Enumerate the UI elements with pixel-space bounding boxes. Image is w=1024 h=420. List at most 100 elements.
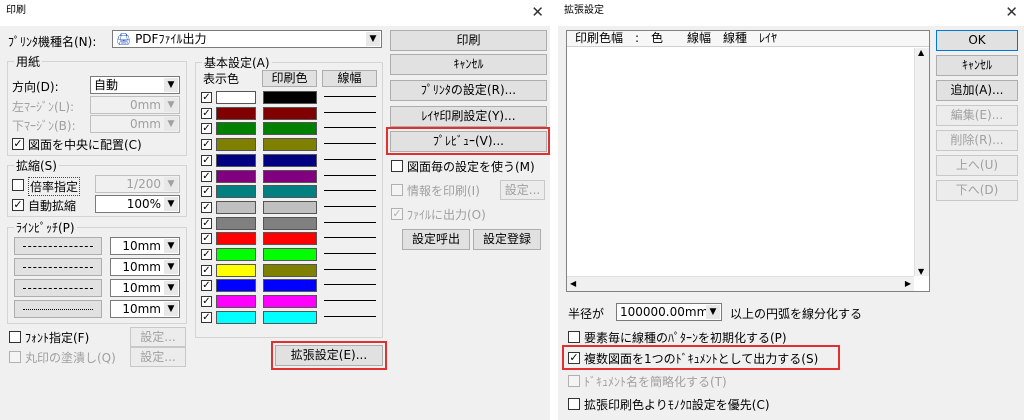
bottom-margin-select[interactable]: 0mm ▼ [90, 115, 180, 133]
display-color-swatch[interactable] [216, 138, 256, 151]
line-width-sample[interactable] [324, 264, 376, 274]
line-dash-4-button[interactable] [14, 300, 102, 318]
printer-select[interactable]: 🖨 PDFﾌｧｲﾙ出力 ▼ [112, 30, 382, 48]
per-drawing-checkbox[interactable] [391, 160, 403, 172]
edit-button[interactable]: 編集(E)... [936, 105, 1018, 126]
color-row-checkbox[interactable]: ✓ [201, 155, 212, 166]
line-width-sample[interactable] [324, 248, 376, 258]
printer-settings-button[interactable]: ﾌﾟﾘﾝﾀの設定(R)... [390, 80, 547, 101]
print-button[interactable]: 印刷 [390, 30, 547, 51]
print-color-list[interactable]: 印刷色幅 : 色 線幅 線種 ﾚｲﾔ ▲ ▼ ◀ ▶ [566, 30, 930, 292]
display-color-swatch[interactable] [216, 154, 256, 167]
chevron-down-icon[interactable]: ▼ [164, 239, 178, 253]
line-width-sample[interactable] [324, 170, 376, 180]
color-row-checkbox[interactable]: ✓ [201, 296, 212, 307]
print-color-swatch[interactable] [263, 248, 317, 261]
info-settings-button[interactable]: 設定... [500, 180, 545, 200]
reset-pattern-checkbox[interactable] [568, 331, 580, 343]
display-color-swatch[interactable] [216, 232, 256, 245]
font-checkbox[interactable] [9, 331, 21, 343]
fill-settings-button[interactable]: 設定... [130, 347, 186, 367]
layer-print-settings-button[interactable]: ﾚｲﾔ印刷設定(Y)... [390, 106, 547, 127]
color-row-checkbox[interactable]: ✓ [201, 123, 212, 134]
chevron-down-icon[interactable]: ▼ [164, 78, 178, 92]
ratio-select[interactable]: 1/200 ▼ [95, 175, 180, 193]
chevron-down-icon[interactable]: ▼ [366, 32, 380, 46]
display-color-swatch[interactable] [216, 217, 256, 230]
display-color-swatch[interactable] [216, 107, 256, 120]
line-width-sample[interactable] [324, 122, 376, 132]
delete-button[interactable]: 削除(R)... [936, 130, 1018, 151]
print-color-swatch[interactable] [263, 91, 317, 104]
display-color-swatch[interactable] [216, 311, 256, 324]
color-row-checkbox[interactable]: ✓ [201, 202, 212, 213]
scroll-left-icon[interactable]: ◀ [570, 279, 576, 288]
pitch-select-3[interactable]: 10mm ▼ [110, 279, 180, 297]
auto-scale-select[interactable]: 100% ▼ [95, 195, 180, 213]
pitch-select-2[interactable]: 10mm ▼ [110, 258, 180, 276]
col-width-header-button[interactable]: 線幅 [322, 70, 377, 87]
ratio-checkbox[interactable] [12, 179, 24, 191]
color-row-checkbox[interactable]: ✓ [201, 92, 212, 103]
ext-cancel-button[interactable]: ｷｬﾝｾﾙ [936, 55, 1018, 76]
print-info-checkbox[interactable] [391, 184, 403, 196]
print-color-swatch[interactable] [263, 107, 317, 120]
radius-select[interactable]: 100000.00mm ▼ [616, 303, 722, 321]
direction-select[interactable]: 自動 ▼ [90, 76, 180, 94]
print-color-swatch[interactable] [263, 232, 317, 245]
auto-scale-checkbox[interactable]: ✓ [12, 199, 24, 211]
print-color-swatch[interactable] [263, 138, 317, 151]
display-color-swatch[interactable] [216, 91, 256, 104]
close-icon[interactable]: ✕ [531, 0, 544, 24]
pitch-select-4[interactable]: 10mm ▼ [110, 300, 180, 318]
save-settings-button[interactable]: 設定登録 [473, 229, 541, 250]
line-width-sample[interactable] [324, 232, 376, 242]
print-color-swatch[interactable] [263, 170, 317, 183]
scroll-up-icon[interactable]: ▲ [918, 48, 924, 57]
chevron-down-icon[interactable]: ▼ [164, 302, 178, 316]
chevron-down-icon[interactable]: ▼ [706, 305, 720, 319]
print-color-swatch[interactable] [263, 154, 317, 167]
color-row-checkbox[interactable]: ✓ [201, 108, 212, 119]
up-button[interactable]: 上へ(U) [936, 155, 1018, 176]
line-width-sample[interactable] [324, 138, 376, 148]
list-vertical-scrollbar[interactable]: ▲ ▼ [914, 48, 929, 276]
chevron-down-icon[interactable]: ▼ [164, 260, 178, 274]
color-row-checkbox[interactable]: ✓ [201, 218, 212, 229]
simplify-checkbox[interactable] [568, 375, 580, 387]
line-width-sample[interactable] [324, 107, 376, 117]
line-width-sample[interactable] [324, 311, 376, 321]
print-color-swatch[interactable] [263, 185, 317, 198]
print-color-swatch[interactable] [263, 201, 317, 214]
display-color-swatch[interactable] [216, 201, 256, 214]
down-button[interactable]: 下へ(D) [936, 180, 1018, 201]
color-row-checkbox[interactable]: ✓ [201, 171, 212, 182]
print-color-swatch[interactable] [263, 311, 317, 324]
display-color-swatch[interactable] [216, 170, 256, 183]
color-row-checkbox[interactable]: ✓ [201, 139, 212, 150]
pitch-select-1[interactable]: 10mm ▼ [110, 237, 180, 255]
center-checkbox[interactable]: ✓ [12, 138, 24, 150]
color-row-checkbox[interactable]: ✓ [201, 265, 212, 276]
chevron-down-icon[interactable]: ▼ [164, 197, 178, 211]
color-row-checkbox[interactable]: ✓ [201, 280, 212, 291]
font-settings-button[interactable]: 設定... [130, 327, 186, 347]
output-file-checkbox[interactable]: ✓ [391, 208, 403, 220]
color-row-checkbox[interactable]: ✓ [201, 186, 212, 197]
line-width-sample[interactable] [324, 217, 376, 227]
mono-checkbox[interactable] [568, 398, 580, 410]
print-color-swatch[interactable] [263, 295, 317, 308]
scroll-down-icon[interactable]: ▼ [918, 267, 924, 276]
color-row-checkbox[interactable]: ✓ [201, 312, 212, 323]
display-color-swatch[interactable] [216, 279, 256, 292]
line-width-sample[interactable] [324, 295, 376, 305]
print-color-swatch[interactable] [263, 122, 317, 135]
line-dash-3-button[interactable] [14, 279, 102, 297]
line-width-sample[interactable] [324, 201, 376, 211]
display-color-swatch[interactable] [216, 295, 256, 308]
color-row-checkbox[interactable]: ✓ [201, 249, 212, 260]
display-color-swatch[interactable] [216, 122, 256, 135]
scroll-right-icon[interactable]: ▶ [905, 279, 911, 288]
close-icon[interactable]: ✕ [1005, 0, 1018, 24]
print-color-swatch[interactable] [263, 217, 317, 230]
